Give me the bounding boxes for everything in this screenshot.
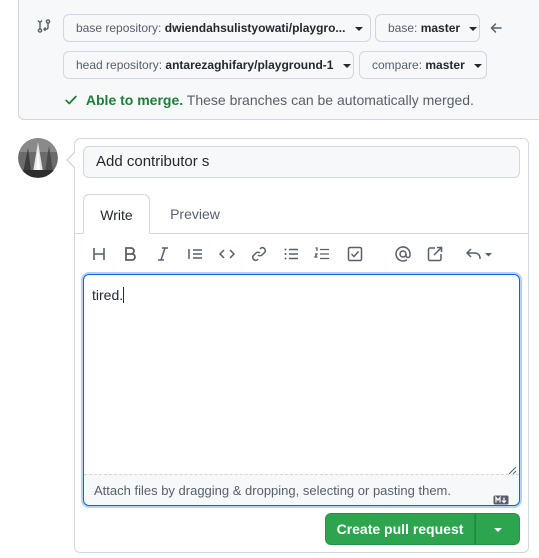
- compare-branch-label: compare:: [372, 58, 423, 72]
- create-pull-request-button[interactable]: Create pull request: [325, 513, 475, 545]
- merge-status-text: Able to merge.: [85, 92, 184, 108]
- reply-icon[interactable]: [464, 245, 494, 263]
- mention-icon[interactable]: [394, 245, 412, 263]
- numbered-list-icon[interactable]: [313, 245, 331, 263]
- check-icon: [65, 95, 77, 105]
- title-input[interactable]: Add contributor s: [83, 146, 520, 178]
- base-repository-select[interactable]: base repository: dwiendahsulistyowati/pl…: [63, 14, 371, 42]
- chevron-down-icon: [494, 528, 502, 532]
- head-repository-select[interactable]: head repository: antarezaghifary/playgro…: [63, 51, 354, 79]
- create-pull-request-dropdown[interactable]: [475, 513, 520, 545]
- avatar[interactable]: [18, 138, 58, 178]
- merge-status-detail: These branches can be automatically merg…: [186, 92, 474, 108]
- quote-icon[interactable]: [186, 245, 204, 263]
- chevron-down-icon: [354, 26, 363, 31]
- compare-branch-value: master: [425, 58, 465, 72]
- head-repository-value: antarezaghifary/playground-1: [165, 58, 334, 72]
- base-branch-label: base:: [388, 21, 418, 35]
- base-branch-value: master: [420, 21, 461, 35]
- merge-status: Able to merge. These branches can be aut…: [64, 92, 474, 108]
- heading-icon[interactable]: [90, 245, 108, 263]
- tab-write[interactable]: Write: [83, 194, 150, 234]
- attach-files-text: Attach files by dragging & dropping, sel…: [94, 483, 451, 498]
- head-repository-label: head repository:: [76, 58, 163, 72]
- arrow-left-icon: [488, 20, 504, 36]
- compare-branch-select[interactable]: compare: master: [359, 51, 487, 79]
- bold-icon[interactable]: [121, 245, 139, 263]
- chevron-down-icon: [474, 63, 483, 68]
- chevron-down-icon: [342, 63, 351, 68]
- base-repository-value: dwiendahsulistyowati/playgro...: [164, 21, 346, 35]
- comment-text: tired.: [92, 287, 125, 303]
- base-branch-select[interactable]: base: master: [375, 14, 480, 42]
- italic-icon[interactable]: [154, 245, 172, 263]
- chevron-down-icon: [469, 26, 478, 31]
- reference-icon[interactable]: [426, 245, 444, 263]
- markdown-icon[interactable]: [493, 485, 509, 516]
- tab-preview[interactable]: Preview: [158, 194, 232, 234]
- card-pointer-fill: [67, 153, 75, 167]
- bullet-list-icon[interactable]: [282, 245, 300, 263]
- compare-icon: [36, 18, 52, 34]
- attach-files-bar[interactable]: Attach files by dragging & dropping, sel…: [84, 474, 519, 505]
- task-list-icon[interactable]: [346, 245, 364, 263]
- link-icon[interactable]: [250, 245, 268, 263]
- comment-textarea[interactable]: tired. Attach files by dragging & droppi…: [83, 274, 520, 506]
- code-icon[interactable]: [218, 245, 236, 263]
- base-repository-label: base repository:: [76, 21, 162, 35]
